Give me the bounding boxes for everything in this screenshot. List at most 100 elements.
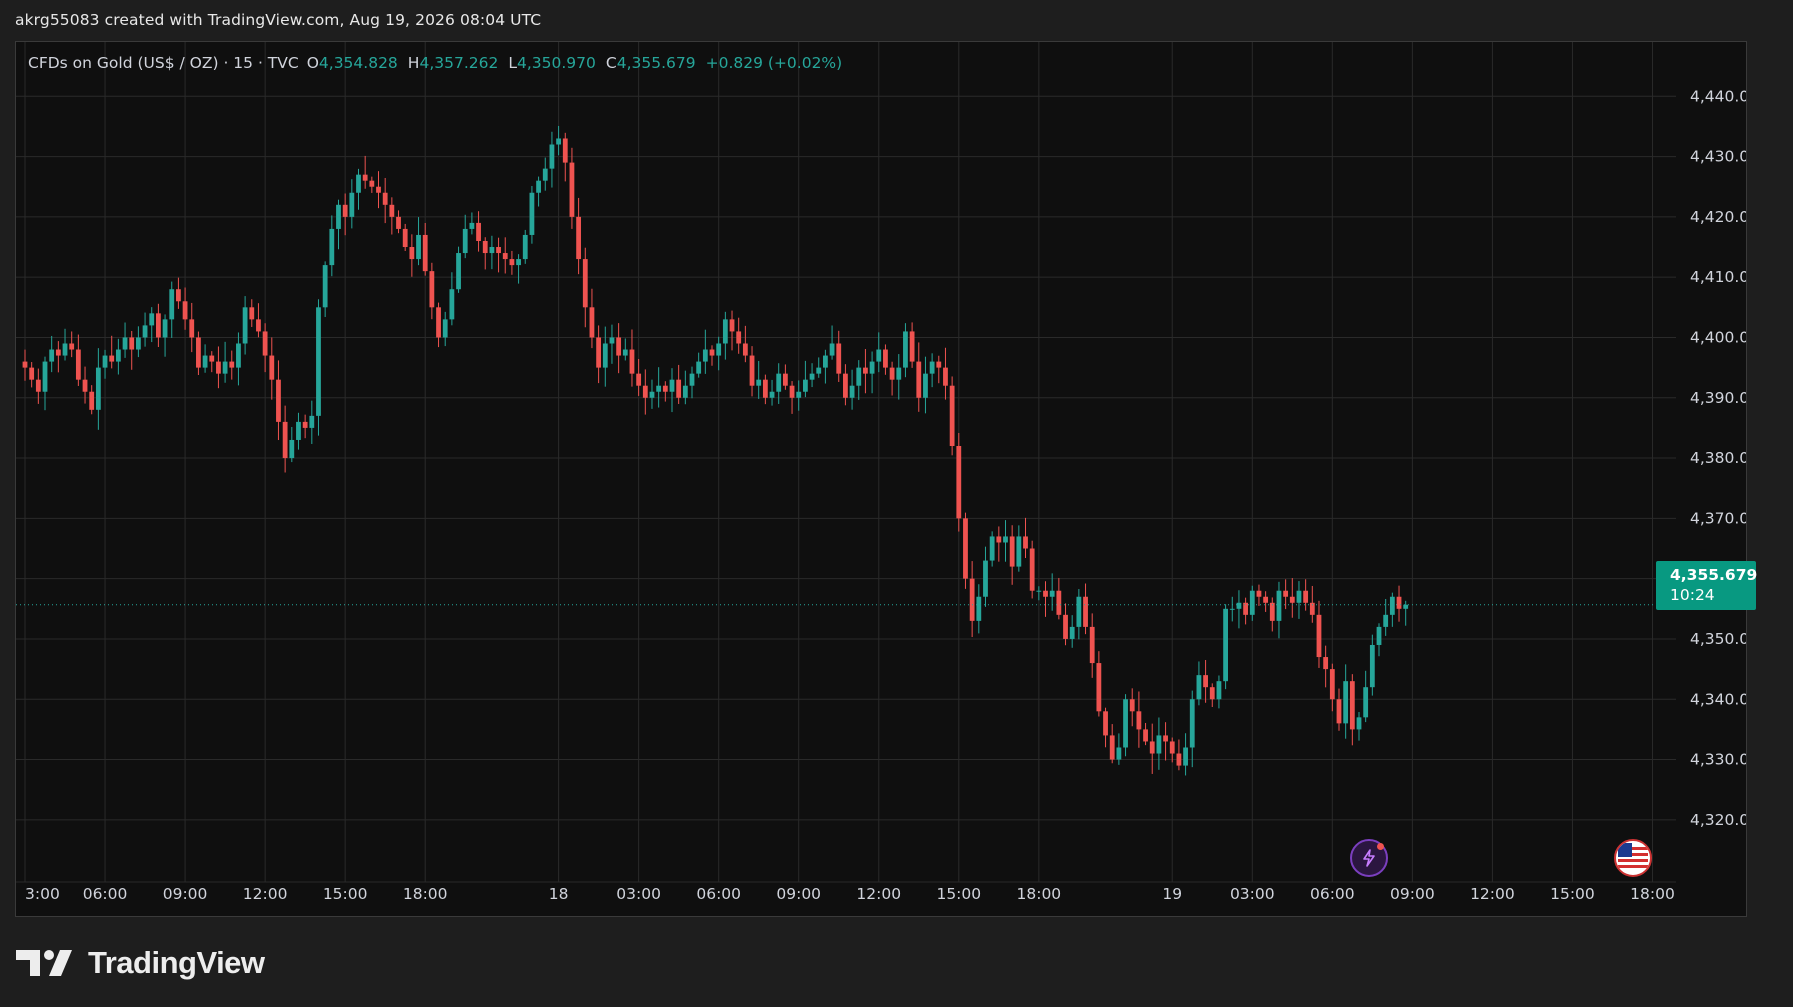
candle-body (802, 379, 808, 392)
close-label: C (605, 54, 617, 72)
candle-body (789, 385, 795, 398)
candle-body (109, 355, 115, 362)
candle-body (1116, 747, 1122, 760)
candle-body (396, 216, 401, 229)
candle-body (916, 361, 922, 398)
x-tick-label: 19 (1162, 885, 1182, 903)
x-tick-label: 18 (549, 885, 569, 903)
candle-body (749, 355, 755, 386)
candle-body (1103, 711, 1108, 736)
candle-body (322, 265, 328, 308)
candle-body (189, 319, 195, 338)
candle-body (1276, 590, 1282, 621)
x-tick-label: 3:00 (25, 885, 60, 903)
candle-body (1269, 602, 1275, 621)
chart-panel[interactable]: 4,320.0004,330.0004,340.0004,350.0004,36… (15, 41, 1747, 917)
candle-body (1016, 536, 1022, 567)
tradingview-brand[interactable]: TradingView (16, 945, 265, 981)
candle-body (576, 216, 582, 260)
candle-body (976, 596, 982, 621)
candle-body (1376, 626, 1382, 645)
candle-body (1369, 644, 1375, 688)
x-tick-label: 15:00 (1550, 885, 1595, 903)
y-tick-label: 4,390.000 (1690, 389, 1747, 407)
candle-body (442, 319, 448, 338)
candle-body (1049, 590, 1055, 597)
candle-body (1136, 711, 1142, 730)
candle-body (22, 361, 28, 368)
y-tick-label: 4,370.000 (1690, 509, 1747, 527)
candle-body (863, 367, 868, 374)
candle-body (1189, 699, 1195, 748)
candle-body (756, 379, 762, 386)
candle-body (936, 361, 942, 368)
axis-layer: 4,320.0004,330.0004,340.0004,350.0004,36… (16, 87, 1747, 903)
candle-body (1129, 699, 1135, 712)
candle-body (489, 247, 495, 254)
y-tick-label: 4,320.000 (1690, 811, 1747, 829)
candle-body (1283, 590, 1289, 597)
candle-body (329, 228, 335, 266)
candle-body (196, 337, 201, 368)
candle-body (636, 373, 642, 386)
candle-body (1303, 590, 1309, 603)
last-price-tag: 4,355.679 10:24 (1656, 561, 1757, 610)
x-tick-label: 12:00 (856, 885, 901, 903)
open-value: 4,354.828 (318, 54, 398, 72)
candle-body (1183, 747, 1188, 766)
grid-layer (16, 42, 1676, 882)
candle-body (582, 259, 588, 308)
candle-body (1063, 614, 1068, 639)
x-tick-label: 09:00 (776, 885, 821, 903)
candle-body (1036, 590, 1042, 592)
y-tick-label: 4,440.000 (1690, 87, 1747, 105)
candle-body (49, 349, 55, 362)
candle-body (1149, 741, 1155, 754)
y-tick-label: 4,380.000 (1690, 449, 1747, 467)
candle-body (102, 355, 108, 368)
candle-body (249, 307, 255, 320)
candle-body (216, 361, 221, 374)
x-tick-label: 18:00 (1017, 885, 1062, 903)
candle-body (869, 361, 875, 374)
candle-body (1156, 735, 1162, 754)
symbol-name[interactable]: CFDs on Gold (US$ / OZ) · 15 · TVC (28, 54, 299, 72)
candle-body (476, 222, 481, 241)
candle-body (1003, 536, 1008, 543)
candle-body (89, 391, 95, 410)
candle-body (1089, 626, 1095, 664)
candle-body (509, 259, 515, 266)
candle-body (256, 319, 261, 332)
x-tick-label: 15:00 (323, 885, 368, 903)
candle-body (762, 379, 768, 398)
price-chart[interactable]: 4,320.0004,330.0004,340.0004,350.0004,36… (16, 42, 1747, 917)
candle-body (456, 253, 461, 290)
y-tick-label: 4,400.000 (1690, 328, 1747, 346)
candle-body (809, 373, 815, 380)
candle-body (1296, 590, 1302, 603)
candle-body (889, 367, 895, 380)
candle-body (1069, 626, 1075, 639)
candle-body (242, 307, 248, 344)
candle-body (943, 367, 948, 386)
candle-body (1163, 735, 1168, 742)
candle-body (369, 180, 375, 187)
candle-body (1383, 614, 1389, 627)
open-label: O (306, 54, 319, 72)
candle-body (883, 349, 888, 368)
candle-body (222, 361, 228, 374)
candle-body (669, 379, 675, 392)
us-flag-icon[interactable] (1614, 839, 1652, 877)
high-label: H (407, 54, 420, 72)
lightning-icon[interactable] (1350, 839, 1388, 877)
symbol-legend[interactable]: CFDs on Gold (US$ / OZ) · 15 · TVC O4,354… (28, 54, 852, 72)
candle-body (95, 367, 101, 410)
candle-body (1336, 699, 1342, 724)
candle-body (1096, 663, 1102, 712)
candle-body (176, 289, 181, 302)
candle-body (436, 307, 441, 338)
candle-body (342, 204, 348, 217)
candle-body (62, 343, 68, 356)
candle-body (829, 343, 835, 356)
candle-body (849, 385, 855, 398)
